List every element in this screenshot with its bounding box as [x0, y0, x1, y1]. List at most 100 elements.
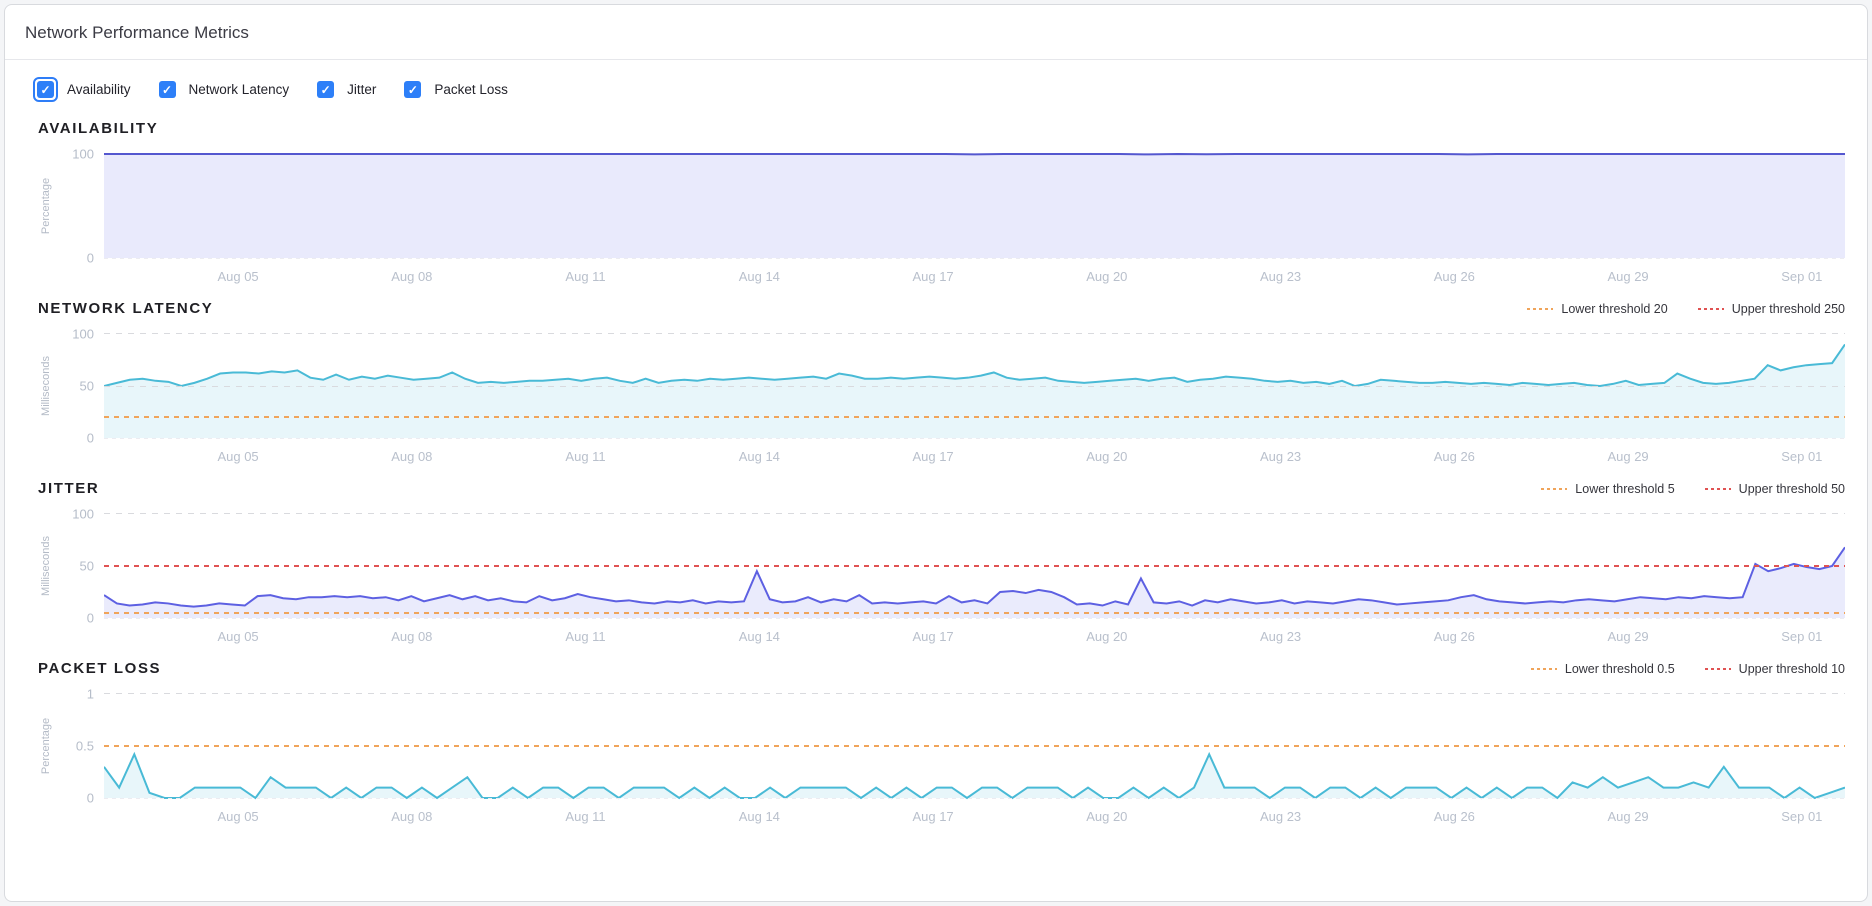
x-tick-label: Aug 23	[1260, 809, 1301, 824]
toggle-label[interactable]: Jitter	[347, 82, 376, 97]
x-tick-label: Aug 08	[391, 629, 432, 644]
checkbox-checked-icon[interactable]: ✓	[37, 81, 54, 98]
x-tick-label: Aug 29	[1607, 809, 1648, 824]
x-tick-label: Aug 14	[739, 629, 780, 644]
checkbox-checked-icon[interactable]: ✓	[159, 81, 176, 98]
y-axis-title: Percentage	[40, 736, 52, 756]
section-jitter: JITTER Lower threshold 5 Upper threshold…	[38, 480, 1845, 646]
y-tick-label: 0	[87, 611, 94, 626]
x-tick-label: Aug 23	[1260, 269, 1301, 284]
x-tick-label: Aug 11	[565, 629, 605, 644]
x-tick-label: Sep 01	[1781, 449, 1822, 464]
card-header: Network Performance Metrics	[5, 5, 1867, 60]
toggle-jitter[interactable]: ✓ Jitter	[313, 77, 376, 102]
x-tick-label: Sep 01	[1781, 809, 1822, 824]
x-tick-label: Aug 08	[391, 449, 432, 464]
x-tick-label: Sep 01	[1781, 269, 1822, 284]
jitter-line	[104, 547, 1845, 606]
x-tick-label: Aug 29	[1607, 629, 1648, 644]
threshold-legend: Lower threshold 0.5 Upper threshold 10	[1531, 662, 1845, 676]
legend-lower-threshold: Lower threshold 5	[1541, 482, 1674, 496]
grid-line	[104, 693, 1845, 694]
upper-threshold-dash-icon	[1705, 488, 1731, 490]
x-tick-label: Aug 26	[1434, 629, 1475, 644]
y-axis-ticks: 1000	[58, 150, 104, 262]
legend-upper-threshold: Upper threshold 50	[1705, 482, 1845, 496]
x-axis-labels: Aug 05Aug 08Aug 11Aug 14Aug 17Aug 20Aug …	[104, 622, 1845, 646]
x-tick-label: Aug 05	[217, 269, 258, 284]
section-packet-loss: PACKET LOSS Lower threshold 0.5 Upper th…	[38, 660, 1845, 826]
jitter-area-fill	[104, 547, 1845, 618]
x-tick-label: Aug 29	[1607, 269, 1648, 284]
y-tick-label: 50	[80, 379, 94, 394]
x-tick-label: Aug 26	[1434, 269, 1475, 284]
y-axis-ticks: 100500	[58, 510, 104, 622]
x-tick-label: Aug 17	[912, 809, 953, 824]
y-tick-label: 0	[87, 431, 94, 446]
section-network-latency: NETWORK LATENCY Lower threshold 20 Upper…	[38, 300, 1845, 466]
x-tick-label: Aug 17	[912, 449, 953, 464]
lower-threshold-dash-icon	[1541, 488, 1567, 490]
x-tick-label: Aug 14	[739, 809, 780, 824]
toggle-network-latency[interactable]: ✓ Network Latency	[155, 77, 290, 102]
x-tick-label: Aug 26	[1434, 809, 1475, 824]
grid-line	[104, 513, 1845, 514]
legend-upper-threshold: Upper threshold 10	[1705, 662, 1845, 676]
checkbox-checked-icon[interactable]: ✓	[317, 81, 334, 98]
section-title: NETWORK LATENCY	[38, 300, 213, 317]
x-tick-label: Aug 23	[1260, 449, 1301, 464]
grid-line	[104, 438, 1845, 439]
availability-area-fill	[104, 154, 1845, 258]
x-tick-label: Aug 23	[1260, 629, 1301, 644]
lower-threshold-dash-icon	[1531, 668, 1557, 670]
x-tick-label: Aug 14	[739, 449, 780, 464]
grid-line	[104, 565, 1845, 567]
y-tick-label: 100	[72, 327, 94, 342]
section-title: JITTER	[38, 480, 99, 497]
x-tick-label: Sep 01	[1781, 629, 1822, 644]
legend-lower-threshold: Lower threshold 0.5	[1531, 662, 1675, 676]
metric-toggle-row: ✓ Availability ✓ Network Latency ✓ Jitte…	[5, 60, 1867, 106]
latency-area-fill	[104, 344, 1845, 438]
y-axis-ticks: 10.50	[58, 690, 104, 802]
grid-line	[104, 618, 1845, 619]
y-axis-title: Percentage	[40, 196, 52, 216]
x-axis-labels: Aug 05Aug 08Aug 11Aug 14Aug 17Aug 20Aug …	[104, 262, 1845, 286]
y-tick-label: 100	[72, 147, 94, 162]
y-axis-title: Milliseconds	[40, 556, 52, 576]
y-tick-label: 0	[87, 251, 94, 266]
x-tick-label: Aug 17	[912, 269, 953, 284]
network-performance-card: Network Performance Metrics ✓ Availabili…	[4, 4, 1868, 902]
upper-threshold-dash-icon	[1705, 668, 1731, 670]
toggle-packet-loss[interactable]: ✓ Packet Loss	[400, 77, 508, 102]
toggle-label[interactable]: Network Latency	[189, 82, 290, 97]
toggle-availability[interactable]: ✓ Availability	[33, 77, 131, 102]
grid-line	[104, 386, 1845, 387]
page-title: Network Performance Metrics	[25, 23, 1847, 43]
x-tick-label: Aug 20	[1086, 269, 1127, 284]
y-tick-label: 1	[87, 687, 94, 702]
grid-line	[104, 258, 1845, 259]
x-axis-labels: Aug 05Aug 08Aug 11Aug 14Aug 17Aug 20Aug …	[104, 802, 1845, 826]
grid-line	[104, 333, 1845, 334]
x-tick-label: Aug 20	[1086, 449, 1127, 464]
x-tick-label: Aug 20	[1086, 809, 1127, 824]
x-tick-label: Aug 05	[217, 629, 258, 644]
latency-plot-area	[104, 330, 1845, 442]
y-axis-title: Milliseconds	[40, 376, 52, 396]
section-availability: AVAILABILITY Percentage 1000 Aug 05Aug 0…	[38, 120, 1845, 286]
y-tick-label: 0.5	[76, 739, 94, 754]
lower-threshold-dash-icon	[1527, 308, 1553, 310]
threshold-legend: Lower threshold 5 Upper threshold 50	[1541, 482, 1845, 496]
x-tick-label: Aug 17	[912, 629, 953, 644]
y-tick-label: 50	[80, 559, 94, 574]
grid-line	[104, 798, 1845, 799]
x-tick-label: Aug 08	[391, 269, 432, 284]
toggle-label[interactable]: Availability	[67, 82, 131, 97]
section-title: AVAILABILITY	[38, 120, 158, 137]
toggle-label[interactable]: Packet Loss	[434, 82, 508, 97]
checkbox-checked-icon[interactable]: ✓	[404, 81, 421, 98]
y-tick-label: 0	[87, 791, 94, 806]
y-tick-label: 100	[72, 507, 94, 522]
y-axis-ticks: 100500	[58, 330, 104, 442]
